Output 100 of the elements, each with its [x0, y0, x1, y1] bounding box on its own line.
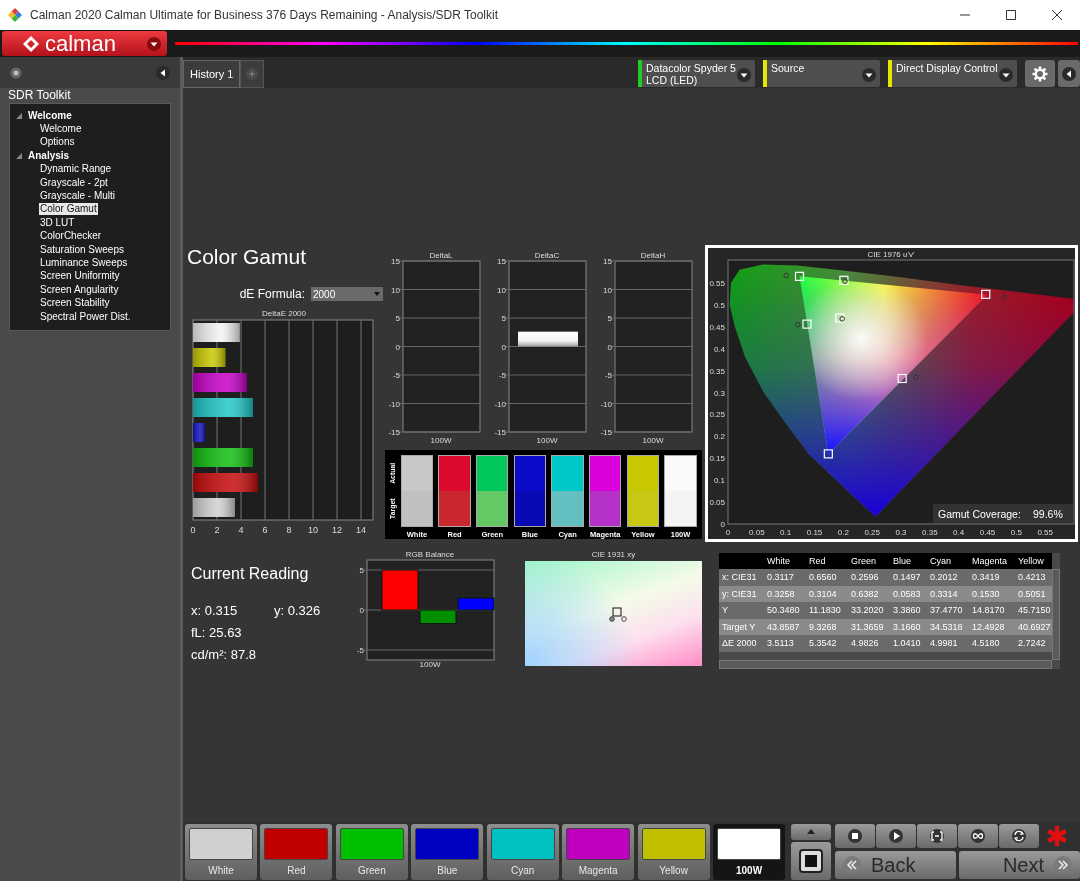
expanded-icon[interactable] [16, 112, 22, 119]
chart-title: DeltaC [534, 251, 560, 260]
column-header: Magenta [971, 555, 1009, 568]
tree-item[interactable]: ColorChecker [39, 230, 103, 243]
table-cell-text: 0.6382 [850, 587, 880, 601]
scrollbar[interactable] [1052, 569, 1060, 660]
device-dropdown[interactable]: Source [763, 60, 880, 87]
table-cell-text: 2.7242 [1017, 637, 1047, 650]
target-marker [802, 319, 812, 329]
measured-marker [783, 272, 790, 279]
tree-item[interactable]: Screen Uniformity [39, 270, 121, 283]
axis-label: 0.5 [713, 300, 725, 310]
next-button[interactable]: Next [959, 851, 1080, 879]
table-cell-text: 0.3117 [766, 571, 795, 584]
add-tab-button[interactable] [240, 60, 265, 88]
table-cell-text: 1.0410 [892, 637, 922, 650]
pattern-button[interactable]: Blue [411, 823, 484, 880]
axis-label: 0.4 [713, 344, 725, 354]
pattern-button[interactable]: Green [335, 823, 408, 880]
caret-icon [999, 68, 1013, 82]
axis-label: 14 [356, 525, 366, 535]
tree-group-label[interactable]: Welcome [28, 109, 72, 123]
axis-label: 0 [501, 342, 506, 352]
bar [193, 498, 235, 517]
pattern-stop-button[interactable] [790, 841, 831, 880]
axis-label: 10 [391, 285, 400, 295]
stop-button[interactable] [835, 824, 875, 848]
stop-icon [798, 848, 823, 873]
pattern-button[interactable]: Red [260, 823, 333, 880]
collapse-button[interactable] [1058, 60, 1080, 87]
app-menu-button[interactable]: calman [2, 31, 167, 56]
target-marker [835, 313, 845, 323]
pattern-button[interactable]: 100W [713, 823, 785, 880]
tree-item[interactable]: Luminance Sweeps [39, 257, 129, 269]
tree-item[interactable]: Color Gamut [39, 203, 98, 216]
bar [457, 597, 495, 611]
collapse-icon[interactable] [156, 65, 170, 80]
tree-item[interactable]: Dynamic Range [39, 163, 113, 176]
target-marker [897, 373, 907, 384]
axis-label: 10 [308, 525, 318, 535]
refresh-button[interactable] [999, 824, 1039, 848]
tree-group-label[interactable]: Analysis [28, 149, 70, 163]
reading-value: x: 0.315 [191, 603, 239, 619]
tree-item[interactable]: Saturation Sweeps [39, 243, 125, 256]
tree-item[interactable]: Welcome [39, 123, 83, 136]
pattern-button[interactable]: Cyan [486, 823, 559, 880]
axis-label: 0.15 [709, 454, 725, 464]
axis-label: 0.35 [922, 528, 938, 537]
pattern-button[interactable]: Yellow [637, 823, 710, 880]
pin-icon[interactable] [10, 66, 22, 79]
table-cell-text: 0.0583 [892, 587, 922, 601]
column-header: White [766, 555, 791, 568]
target-marker [823, 449, 833, 459]
caret-icon [147, 36, 161, 51]
expanded-icon[interactable] [16, 152, 22, 159]
double-chevron-left-icon [843, 856, 861, 874]
pattern-button[interactable]: Magenta [562, 823, 635, 880]
scroll-up-button[interactable] [790, 823, 831, 840]
axis-label: 0.55 [1037, 528, 1053, 537]
tree-item[interactable]: Spectral Power Dist. [39, 310, 132, 323]
column-header: Cyan [929, 555, 952, 568]
pattern-button[interactable]: White [185, 823, 257, 880]
tree-item[interactable]: Screen Stability [39, 297, 111, 310]
tree-item[interactable]: Grayscale - 2pt [39, 176, 109, 189]
readout-value: 99.6% [1033, 508, 1063, 520]
table-cell-text: 50.3480 [766, 604, 801, 617]
axis-label: 0.55 [709, 278, 725, 288]
device-dropdown[interactable]: Datacolor Spyder 5 LCD (LED) [638, 60, 755, 87]
axis-label: 0 [607, 342, 612, 352]
axis-label: -5 [392, 371, 400, 380]
step-button[interactable] [917, 824, 957, 848]
tree-item[interactable]: Screen Angularity [39, 283, 120, 296]
table-cell-text: 45.7150 [1017, 604, 1052, 617]
axis-label: 0 [725, 528, 731, 537]
page-title: Color Gamut [187, 245, 308, 269]
tree-item[interactable]: Options [39, 136, 76, 149]
column-header: Blue [892, 555, 912, 568]
tree-item[interactable]: 3D LUT [39, 216, 76, 229]
device-dropdown[interactable]: Direct Display Control [888, 60, 1017, 87]
settings-button[interactable] [1025, 60, 1055, 87]
table-cell-text: 0.4213 [1017, 571, 1047, 584]
asterisk-icon [1046, 825, 1068, 847]
axis-label: 0 [720, 520, 725, 529]
axis-label: 5 [501, 314, 506, 323]
axis-label: 10 [603, 285, 612, 295]
axis-label: 100W [642, 436, 664, 445]
axis-label: 0.1 [713, 476, 725, 486]
table-cell-text: 5.3542 [808, 637, 838, 650]
settings-icon [1032, 65, 1048, 82]
table-cell-text: 4.5180 [971, 637, 1001, 650]
formula-dropdown[interactable]: 2000 [311, 287, 383, 301]
back-button[interactable]: Back [835, 851, 956, 879]
scrollbar[interactable] [719, 660, 1052, 669]
axis-label: 5 [359, 566, 364, 575]
row-header: Y [721, 604, 729, 617]
tab[interactable]: History 1 [183, 60, 241, 88]
play-button[interactable] [876, 824, 916, 848]
table-cell-text: 34.5318 [929, 620, 964, 634]
tree-item[interactable]: Grayscale - Multi [39, 190, 116, 203]
loop-button[interactable] [958, 824, 998, 848]
